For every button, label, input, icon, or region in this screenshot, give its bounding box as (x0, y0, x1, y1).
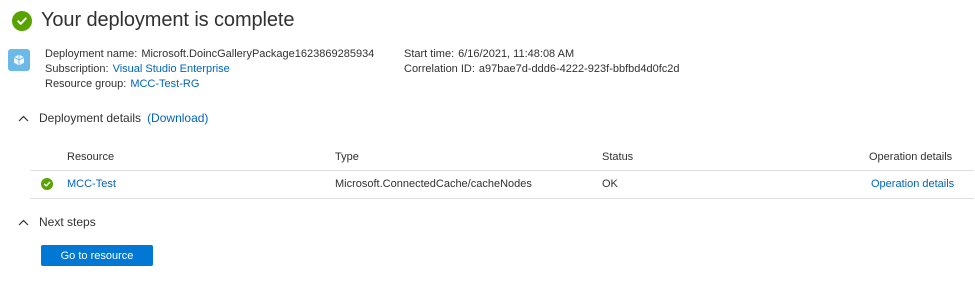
page-title: Your deployment is complete (41, 9, 295, 31)
success-check-icon (41, 178, 53, 190)
deployment-icon (8, 49, 30, 71)
start-time-line: Start time: 6/16/2021, 11:48:08 AM (404, 47, 680, 62)
start-time-label: Start time: (404, 48, 455, 60)
deployment-details-title: Deployment details (39, 111, 142, 125)
resource-link[interactable]: MCC-Test (67, 171, 116, 197)
next-steps-title: Next steps (39, 215, 96, 229)
column-header-operation-details: Operation details (869, 151, 953, 163)
chevron-up-icon[interactable] (18, 113, 29, 124)
operation-details-link[interactable]: Operation details (871, 171, 954, 197)
deployment-name-label: Deployment name: (45, 48, 138, 60)
subscription-label: Subscription: (45, 63, 109, 75)
subscription-line: Subscription: Visual Studio Enterprise (45, 62, 374, 77)
success-check-icon (12, 10, 32, 31)
resource-group-line: Resource group: MCC-Test-RG (45, 77, 374, 92)
start-time-value: 6/16/2021, 11:48:08 AM (458, 48, 575, 60)
table-row: MCC-Test Microsoft.ConnectedCache/cacheN… (30, 171, 974, 199)
deployment-name-value: Microsoft.DoincGalleryPackage16238692859… (141, 48, 375, 60)
correlation-id-value: a97bae7d-ddd6-4222-923f-bbfbd4d0fc2d (478, 63, 680, 75)
page-header: Your deployment is complete (12, 9, 294, 32)
deployment-details-section-header[interactable]: Deployment details (Download) (18, 111, 208, 125)
column-header-status: Status (602, 151, 634, 163)
table-header-row: Resource Type Status Operation details (30, 144, 974, 171)
correlation-id-line: Correlation ID: a97bae7d-ddd6-4222-923f-b… (404, 62, 680, 77)
column-header-type: Type (335, 151, 359, 163)
subscription-link[interactable]: Visual Studio Enterprise (113, 63, 230, 75)
resource-group-link[interactable]: MCC-Test-RG (130, 78, 199, 90)
resource-group-label: Resource group: (45, 78, 127, 90)
deployment-info-left: Deployment name: Microsoft.DoincGalleryPa… (45, 47, 374, 92)
deployment-info-right: Start time: 6/16/2021, 11:48:08 AM Correl… (404, 47, 680, 77)
correlation-id-label: Correlation ID: (404, 63, 475, 75)
deployment-name-line: Deployment name: Microsoft.DoincGalleryPa… (45, 47, 374, 62)
go-to-resource-button[interactable]: Go to resource (41, 245, 153, 266)
column-header-resource: Resource (67, 151, 115, 163)
chevron-up-icon[interactable] (18, 217, 29, 228)
download-link[interactable]: (Download) (147, 111, 208, 125)
resources-table: Resource Type Status Operation details M… (30, 144, 974, 199)
resource-status: OK (602, 178, 618, 190)
resource-type: Microsoft.ConnectedCache/cacheNodes (335, 178, 532, 190)
next-steps-section-header[interactable]: Next steps (18, 215, 96, 229)
